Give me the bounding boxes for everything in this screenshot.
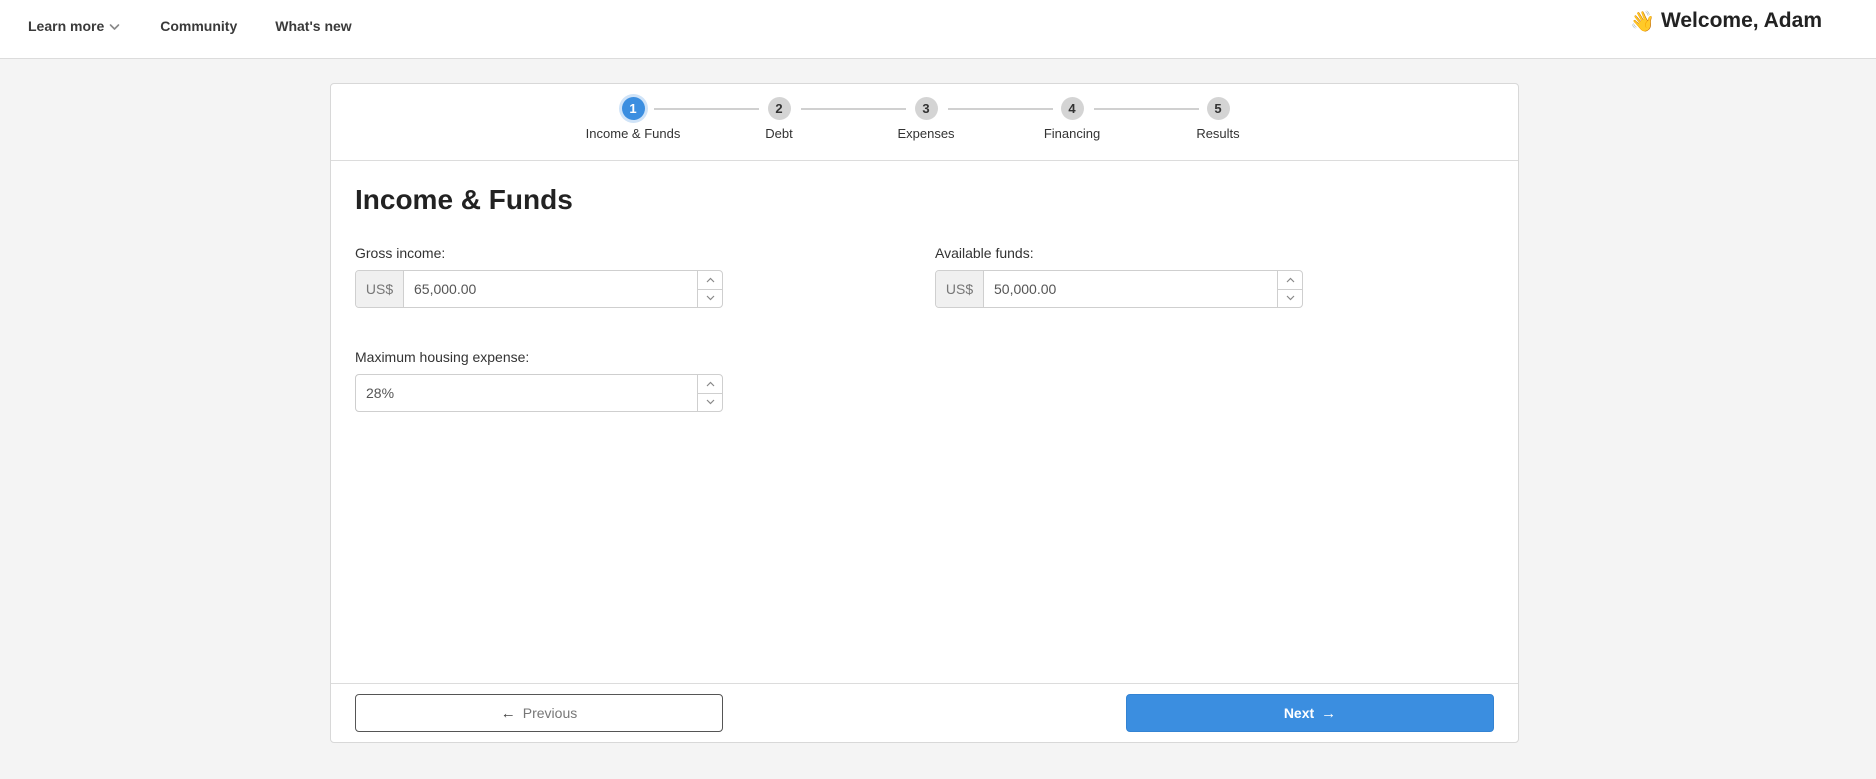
step-label: Income & Funds [585,126,681,141]
waving-hand-icon: 👋 [1630,9,1655,33]
next-button[interactable]: Next → [1126,694,1494,732]
increment-button[interactable] [1278,271,1302,290]
chevron-down-icon [706,295,714,301]
arrow-left-icon: ← [500,704,516,722]
decrement-button[interactable] [698,394,722,412]
step-number: 1 [621,97,645,120]
page-title: Income & Funds [355,184,573,215]
available-funds-label: Available funds: [935,245,1034,261]
nav-community[interactable]: Community [160,18,237,34]
increment-button[interactable] [698,375,722,394]
nav-whats-new[interactable]: What's new [275,18,351,34]
available-funds-field: Available funds: US$ [935,245,1303,308]
max-housing-expense-input[interactable] [356,375,697,411]
decrement-button[interactable] [1278,290,1302,308]
step-number: 3 [914,97,938,120]
wizard-card: 1 Income & Funds 2 Debt 3 Expenses 4 Fin… [330,83,1519,743]
max-housing-expense-stepper [697,375,722,411]
arrow-right-icon: → [1321,704,1337,722]
step-debt[interactable]: 2 Debt [709,97,849,141]
chevron-down-icon [109,23,120,30]
chevron-down-icon [706,399,714,405]
nav-community-label: Community [160,18,238,34]
gross-income-stepper [697,271,722,307]
welcome-message: 👋 Welcome, Adam [1630,9,1822,33]
step-label: Debt [765,126,793,141]
gross-income-input[interactable] [404,271,697,307]
step-number: 5 [1206,97,1230,120]
increment-button[interactable] [698,271,722,290]
step-number: 2 [767,97,791,120]
step-number: 4 [1060,97,1084,120]
gross-income-label: Gross income: [355,245,446,261]
max-housing-expense-label: Maximum housing expense: [355,349,530,365]
max-housing-expense-input-group [355,374,723,412]
chevron-up-icon [706,277,714,283]
max-housing-expense-field: Maximum housing expense: [355,349,723,412]
step-label: Financing [1043,126,1101,141]
chevron-down-icon [1286,295,1294,301]
previous-button-label: Previous [522,705,578,721]
nav-learn-more[interactable]: Learn more [28,18,120,34]
step-income-funds[interactable]: 1 Income & Funds [563,97,703,141]
decrement-button[interactable] [698,290,722,308]
available-funds-input-group: US$ [935,270,1303,308]
step-label: Results [1196,126,1240,141]
currency-prefix: US$ [936,271,984,307]
chevron-up-icon [706,381,714,387]
main-nav: Learn more Community What's new [28,18,352,34]
welcome-text: Welcome, Adam [1660,9,1822,32]
gross-income-field: Gross income: US$ [355,245,723,308]
nav-learn-more-label: Learn more [28,18,105,34]
previous-button[interactable]: ← Previous [355,694,723,732]
top-nav-bar: Learn more Community What's new 👋 Welcom… [0,0,1876,59]
step-expenses[interactable]: 3 Expenses [856,97,996,141]
step-financing[interactable]: 4 Financing [1002,97,1142,141]
available-funds-input[interactable] [984,271,1277,307]
next-button-label: Next [1283,705,1315,721]
available-funds-stepper [1277,271,1302,307]
chevron-up-icon [1286,277,1294,283]
step-label: Expenses [897,126,955,141]
currency-prefix: US$ [356,271,404,307]
step-results[interactable]: 5 Results [1148,97,1288,141]
stepper: 1 Income & Funds 2 Debt 3 Expenses 4 Fin… [331,84,1518,161]
nav-whats-new-label: What's new [275,18,352,34]
wizard-footer: ← Previous Next → [331,683,1518,742]
gross-income-input-group: US$ [355,270,723,308]
form-content: Income & Funds [355,184,573,216]
